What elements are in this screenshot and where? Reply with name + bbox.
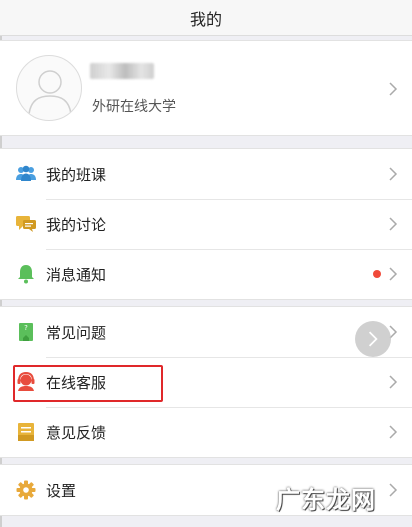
menu-label-notifications: 消息通知 [46,266,107,284]
faq-icon: ? [19,323,33,341]
menu-label-my-classes: 我的班课 [46,166,107,184]
unread-badge [373,270,381,278]
default-avatar-icon [28,70,72,115]
watermark: 广东龙网 [276,485,376,514]
chevron-right-icon [389,167,398,181]
floating-assistive-button[interactable] [355,321,391,357]
chat-icon [16,216,36,232]
profile-card[interactable]: 外研在线大学 [0,40,412,136]
feedback-icon [18,423,34,441]
chevron-right-icon [389,425,398,439]
chevron-right-icon [389,217,398,231]
gear-icon [16,480,36,500]
menu-item-my-classes[interactable]: 我的班课 [0,149,412,199]
chevron-right-icon [389,375,398,389]
highlight-annotation [13,365,163,402]
user-school: 外研在线大学 [92,99,176,115]
page-title: 我的 [189,9,222,29]
menu-label-settings: 设置 [46,482,77,500]
chevron-right-icon [389,82,398,96]
menu-label-faq: 常见问题 [46,324,107,342]
menu-label-feedback: 意见反馈 [46,424,107,442]
avatar[interactable] [16,55,82,121]
chevron-right-icon [368,331,378,347]
menu-group-1: 我的班课 我的讨论 消息通知 [0,148,412,300]
people-icon [16,165,36,181]
menu-item-faq[interactable]: ? 常见问题 [0,307,412,357]
menu-label-my-discussions: 我的讨论 [46,216,107,234]
menu-item-feedback[interactable]: 意见反馈 [0,407,412,457]
user-name [90,63,154,79]
chevron-right-icon [389,483,398,497]
bell-icon [18,265,34,284]
menu-item-my-discussions[interactable]: 我的讨论 [0,199,412,249]
svg-text:?: ? [24,324,28,332]
chevron-right-icon [389,267,398,281]
menu-item-notifications[interactable]: 消息通知 [0,249,412,299]
nav-bar: 我的 [0,0,412,36]
